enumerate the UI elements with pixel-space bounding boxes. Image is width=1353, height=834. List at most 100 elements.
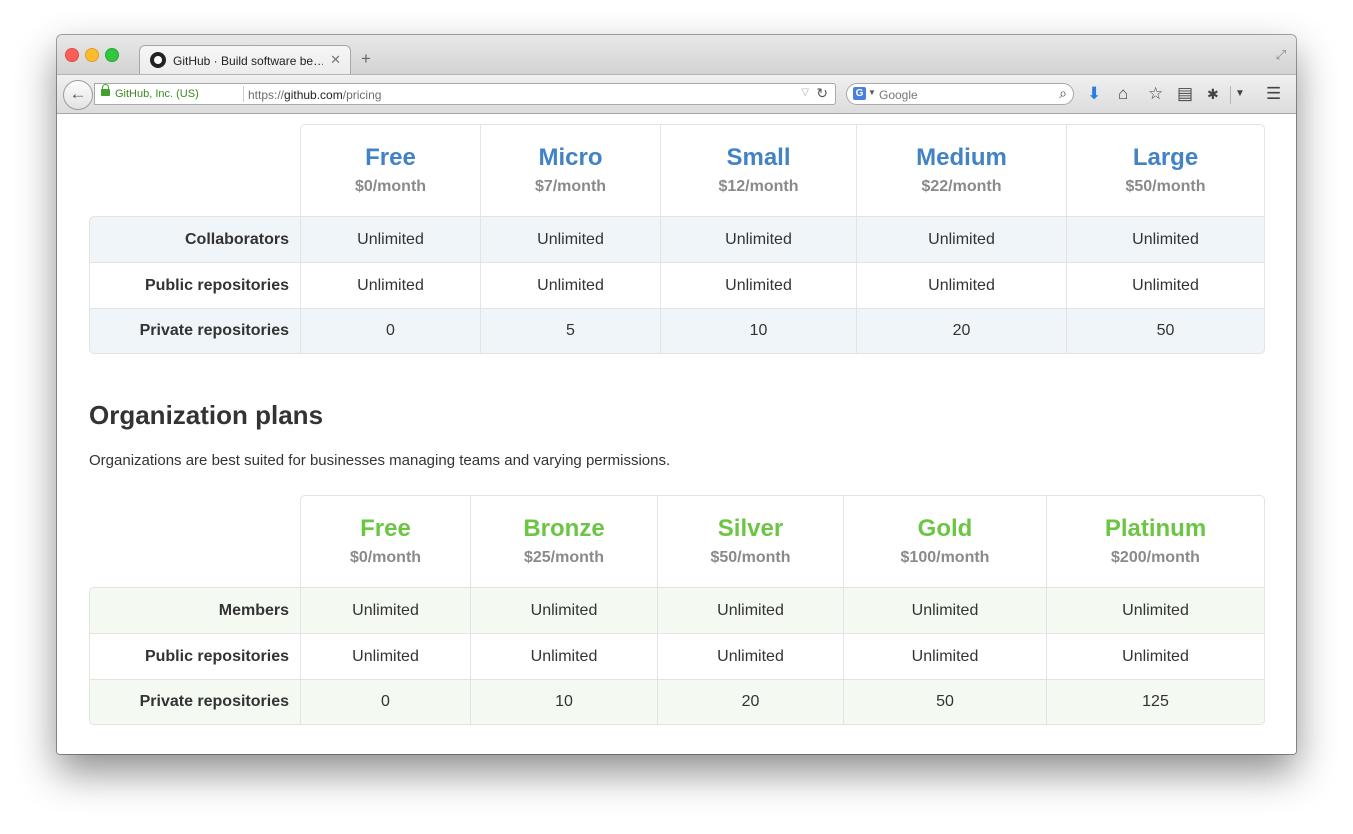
table-cell: 0	[300, 679, 470, 725]
table-cell: 50	[843, 679, 1046, 725]
table-cell: Unlimited	[470, 633, 657, 679]
table-cell: Unlimited	[1046, 633, 1265, 679]
fullscreen-icon[interactable]: ⤢	[1276, 47, 1286, 63]
table-cell: 5	[480, 308, 660, 354]
plan-header: Medium $22/month	[856, 124, 1066, 216]
plan-name[interactable]: Silver	[659, 515, 842, 543]
plan-name[interactable]: Large	[1068, 144, 1263, 172]
extension-icon[interactable]: ✱	[1207, 86, 1219, 103]
bookmark-star-icon[interactable]: ☆	[1148, 84, 1163, 104]
table-cell: 10	[660, 308, 856, 354]
new-tab-icon[interactable]: +	[361, 49, 371, 69]
table-cell: 20	[856, 308, 1066, 354]
google-engine-icon[interactable]: G	[853, 87, 866, 100]
organization-plans-heading: Organization plans	[89, 400, 324, 430]
plan-price: $7/month	[534, 178, 607, 195]
plan-name[interactable]: Micro	[482, 144, 659, 172]
reading-list-icon[interactable]: ▤	[1177, 84, 1193, 104]
table-row: Members Unlimited Unlimited Unlimited Un…	[89, 587, 1265, 633]
back-button[interactable]: ←	[63, 80, 93, 110]
table-cell: Unlimited	[480, 216, 660, 262]
plan-price: $100/month	[900, 549, 990, 566]
plan-name[interactable]: Platinum	[1048, 515, 1263, 543]
plan-name[interactable]: Medium	[858, 144, 1065, 172]
reload-icon[interactable]: ↻	[816, 85, 828, 102]
table-cell: Unlimited	[657, 633, 843, 679]
search-input[interactable]: Google	[879, 88, 918, 102]
table-cell: Unlimited	[1066, 216, 1265, 262]
table-cell: Unlimited	[300, 633, 470, 679]
row-label: Public repositories	[89, 262, 300, 308]
url-separator	[243, 86, 244, 102]
home-icon[interactable]: ⌂	[1118, 84, 1128, 104]
table-cell: Unlimited	[300, 587, 470, 633]
close-window-button[interactable]	[65, 48, 79, 62]
table-cell: Unlimited	[660, 262, 856, 308]
table-cell: Unlimited	[657, 587, 843, 633]
table-cell: Unlimited	[660, 216, 856, 262]
row-label: Collaborators	[89, 216, 300, 262]
table-row: Private repositories 0 10 20 50 125	[89, 679, 1265, 725]
plan-price: $200/month	[1111, 549, 1200, 566]
plan-name[interactable]: Bronze	[472, 515, 656, 543]
downloads-icon[interactable]: ⬇	[1087, 84, 1101, 104]
plan-price: $0/month	[349, 549, 422, 566]
table-cell: 10	[470, 679, 657, 725]
organization-plans-table: Free $0/month Bronze $25/month Silver $50/m…	[89, 495, 1265, 725]
plan-price: $12/month	[718, 178, 799, 195]
plan-header: Large $50/month	[1066, 124, 1265, 216]
url-bar[interactable]: GitHub, Inc. (US) https://github.com/pri…	[94, 83, 836, 105]
url-text[interactable]: https://github.com/pricing	[248, 88, 381, 102]
table-corner	[89, 124, 300, 216]
table-cell: Unlimited	[856, 262, 1066, 308]
table-row: Public repositories Unlimited Unlimited …	[89, 262, 1265, 308]
row-label: Members	[89, 587, 300, 633]
search-bar[interactable]: G ▼ Google ⌕	[846, 83, 1074, 105]
extension-dropdown-icon[interactable]: ▼	[1235, 88, 1245, 99]
plan-header: Micro $7/month	[480, 124, 660, 216]
table-row: Collaborators Unlimited Unlimited Unlimi…	[89, 216, 1265, 262]
lock-icon	[101, 84, 110, 96]
row-label: Private repositories	[89, 308, 300, 354]
table-cell: Unlimited	[1046, 587, 1265, 633]
browser-window: GitHub · Build software be… ✕ + ⤢ ← GitH…	[57, 35, 1296, 754]
plan-price: $0/month	[354, 178, 427, 195]
plan-name[interactable]: Free	[302, 144, 479, 172]
table-cell: 20	[657, 679, 843, 725]
navigation-toolbar: ← GitHub, Inc. (US) https://github.com/p…	[57, 74, 1296, 114]
table-cell: Unlimited	[843, 633, 1046, 679]
browser-tab[interactable]: GitHub · Build software be… ✕	[139, 45, 351, 75]
plan-header: Free $0/month	[300, 495, 470, 587]
close-tab-icon[interactable]: ✕	[330, 52, 341, 68]
plan-price: $50/month	[1125, 178, 1206, 195]
table-cell: Unlimited	[470, 587, 657, 633]
table-cell: 125	[1046, 679, 1265, 725]
title-bar: GitHub · Build software be… ✕ + ⤢	[57, 35, 1296, 75]
plan-header: Small $12/month	[660, 124, 856, 216]
plan-header: Gold $100/month	[843, 495, 1046, 587]
menu-icon[interactable]: ☰	[1266, 84, 1281, 104]
plan-price: $25/month	[523, 549, 604, 566]
search-icon[interactable]: ⌕	[1059, 85, 1067, 102]
engine-dropdown-icon[interactable]: ▼	[868, 88, 876, 97]
plan-name[interactable]: Gold	[845, 515, 1045, 543]
minimize-window-button[interactable]	[85, 48, 99, 62]
toolbar-separator	[1230, 86, 1231, 104]
personal-plans-table: Free $0/month Micro $7/month Small $12/mont…	[89, 124, 1265, 354]
site-identity[interactable]: GitHub, Inc. (US)	[115, 88, 199, 100]
table-cell: Unlimited	[843, 587, 1046, 633]
page-content: Free $0/month Micro $7/month Small $12/mont…	[57, 114, 1296, 754]
plan-name[interactable]: Free	[302, 515, 469, 543]
plan-name[interactable]: Small	[662, 144, 855, 172]
tab-title: GitHub · Build software be…	[173, 54, 323, 68]
table-cell: Unlimited	[300, 262, 480, 308]
plan-header: Bronze $25/month	[470, 495, 657, 587]
table-corner	[89, 495, 300, 587]
github-favicon-icon	[150, 52, 166, 68]
row-label: Public repositories	[89, 633, 300, 679]
table-cell: 0	[300, 308, 480, 354]
plan-price: $50/month	[710, 549, 791, 566]
table-cell: 50	[1066, 308, 1265, 354]
url-history-dropdown-icon[interactable]: ▽	[801, 87, 809, 98]
zoom-window-button[interactable]	[105, 48, 119, 62]
